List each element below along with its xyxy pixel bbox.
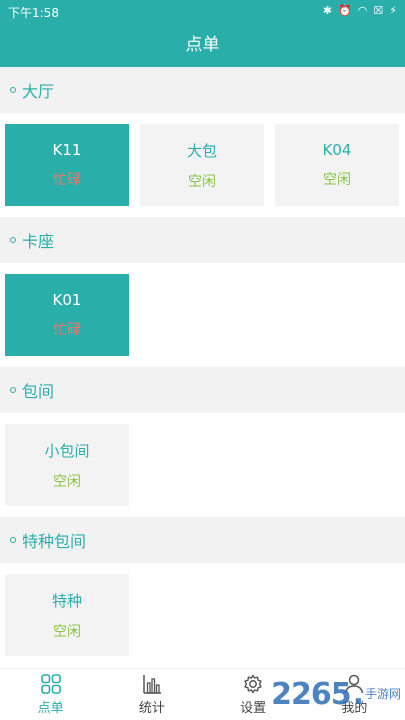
tab-stats[interactable]: 统计 [101,669,202,720]
sim-icon: ☒ [373,4,384,17]
watermark-number: 2265 [271,676,351,712]
tab-order[interactable]: 点单 [0,669,101,720]
page-title: 点单 [0,24,405,67]
table-status: 空闲 [53,623,81,640]
circle-icon [10,537,16,543]
table-name: 大包 [186,141,217,160]
bar-chart-icon [140,673,164,695]
status-icons: ✱ ⏰ ◠ ☒ ⚡ [323,3,397,19]
tab-label: 统计 [138,701,165,716]
table-status: 空闲 [188,173,216,190]
table-card-small-room[interactable]: 小包间 空闲 [5,424,129,506]
tab-label: 设置 [240,701,267,716]
section-title: 特种包间 [22,532,87,551]
section-header-booth: 卡座 [0,217,405,263]
table-status: 空闲 [323,172,351,188]
watermark-dot: . [352,676,364,712]
status-bar: 下午1:58 ✱ ⏰ ◠ ☒ ⚡ [0,0,405,24]
table-name: 特种 [51,591,82,610]
table-name: K04 [322,141,352,159]
table-name: 小包间 [44,441,90,460]
circle-icon [10,237,16,243]
table-status: 忙碌 [53,172,81,188]
circle-icon [10,387,16,393]
table-status: 空闲 [53,473,81,490]
table-list: 大厅 K11 忙碌 大包 空闲 K04 空闲 卡座 K01 忙碌 包间 小包间 … [0,67,405,668]
wifi-icon: ◠ [357,4,368,17]
section-header-room: 包间 [0,367,405,413]
table-card-dabao[interactable]: 大包 空闲 [140,124,264,206]
watermark-logo: 2265 . 手游网 [271,668,401,720]
table-card-special[interactable]: 特种 空闲 [5,574,129,656]
circle-icon [10,87,16,93]
alarm-icon: ⏰ [338,4,352,17]
status-time: 下午1:58 [8,6,59,20]
watermark-text: 手游网 [364,687,401,701]
table-card-k04[interactable]: K04 空闲 [275,124,399,206]
section-hall-tables: K11 忙碌 大包 空闲 K04 空闲 [0,113,405,217]
gear-icon [241,673,265,695]
section-title: 包间 [22,382,55,401]
table-name: K01 [52,291,82,309]
charging-icon: ⚡ [389,4,397,17]
tab-label: 点单 [37,701,64,716]
section-title: 大厅 [22,82,55,101]
table-status: 忙碌 [53,322,81,338]
table-name: K11 [52,141,82,159]
section-special-room-tables: 特种 空闲 [0,563,405,667]
section-title: 卡座 [22,232,55,251]
section-room-tables: 小包间 空闲 [0,413,405,517]
table-card-k01[interactable]: K01 忙碌 [5,274,129,356]
table-card-k11[interactable]: K11 忙碌 [5,124,129,206]
section-header-hall: 大厅 [0,67,405,113]
bluetooth-icon: ✱ [322,4,333,17]
section-header-special-room: 特种包间 [0,517,405,563]
section-booth-tables: K01 忙碌 [0,263,405,367]
grid-icon [39,673,63,695]
